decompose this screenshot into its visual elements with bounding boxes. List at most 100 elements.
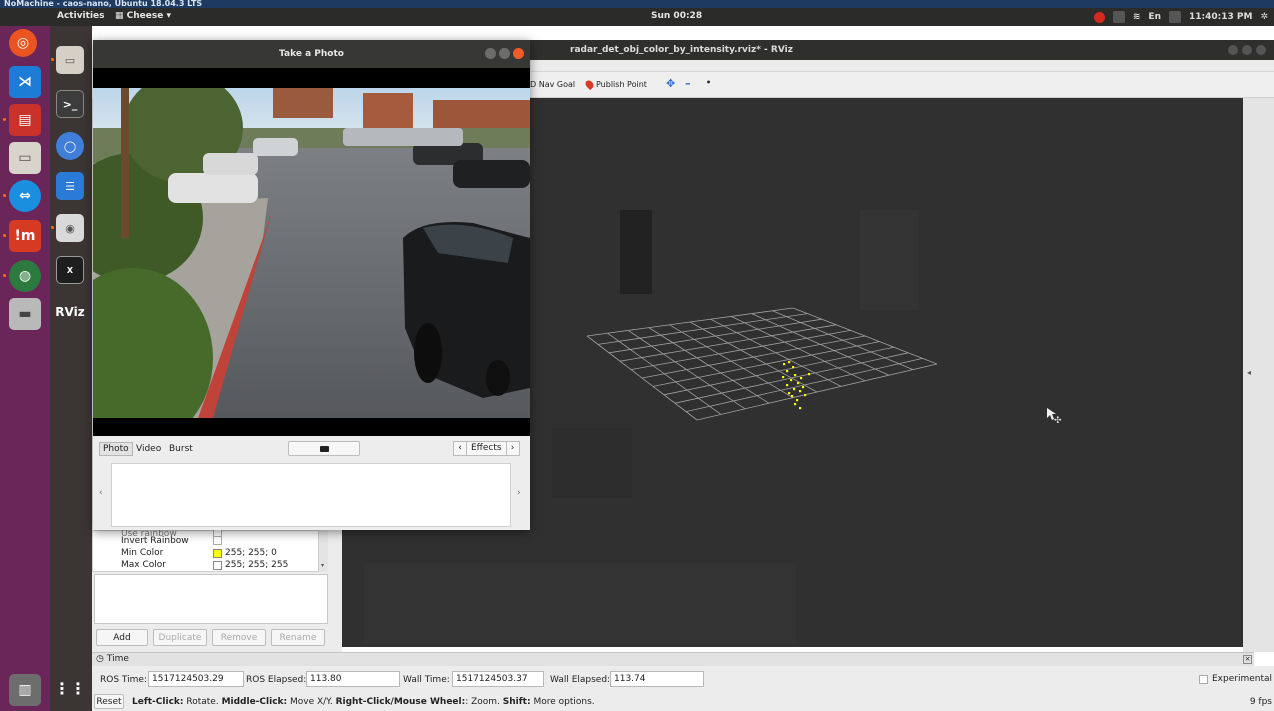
settings-gear-icon[interactable]: ✲	[1260, 12, 1268, 22]
cheese-window: Take a Photo Photo Video Burst ‹ Effects…	[93, 40, 530, 530]
duplicate-button[interactable]: Duplicate	[153, 629, 207, 646]
terminal-icon[interactable]: >_	[56, 90, 84, 118]
tab-video[interactable]: Video	[132, 442, 165, 456]
radar-point	[800, 377, 803, 380]
files-icon[interactable]: ▭	[9, 142, 41, 174]
tab-burst[interactable]: Burst	[165, 442, 197, 456]
move-camera-icon[interactable]: ✥	[666, 77, 675, 90]
parking-lot-scene	[93, 88, 530, 418]
ubuntu-software-icon[interactable]: ◎	[9, 29, 37, 57]
app-menu[interactable]: ▦ Cheese ▾	[115, 11, 171, 21]
rviz-menubar	[530, 60, 1274, 72]
views-panel-collapsed[interactable]: ◂	[1243, 98, 1274, 652]
mouse-help-text: Left-Click: Rotate. Middle-Click: Move X…	[132, 697, 595, 707]
thumbnail-area[interactable]	[111, 463, 511, 527]
rename-button[interactable]: Rename	[271, 629, 325, 646]
chromium-icon[interactable]: ◯	[56, 132, 84, 160]
camera-preview	[93, 68, 530, 436]
publish-point-tool[interactable]: Publish Point	[583, 78, 647, 91]
radar-point	[792, 366, 795, 369]
color-swatch[interactable]	[213, 548, 222, 558]
svg-text:✣: ✣	[1054, 416, 1062, 426]
prop-min-color[interactable]: Min Color 255; 255; 0	[121, 548, 321, 560]
wall-time-field[interactable]: 1517124503.37	[452, 671, 544, 687]
prop-label: Max Color	[121, 560, 166, 570]
prop-label: Min Color	[121, 548, 164, 558]
prop-value[interactable]: 255; 255; 255	[225, 560, 288, 570]
checkbox[interactable]	[1199, 674, 1208, 684]
disk-icon[interactable]: ▬	[9, 298, 41, 330]
show-applications-icon[interactable]: ⋮⋮	[54, 674, 86, 702]
rviz-icon[interactable]: RViz	[55, 298, 84, 326]
add-button[interactable]: Add	[96, 629, 148, 646]
prop-value[interactable]: 255; 255; 0	[225, 548, 277, 558]
activities-button[interactable]: Activities	[57, 11, 105, 21]
teamviewer-icon[interactable]: ⇔	[9, 180, 41, 212]
cheese-icon[interactable]: ◉	[56, 214, 84, 242]
minimize-icon[interactable]	[485, 48, 496, 59]
terminator-icon[interactable]: ▤	[9, 104, 41, 136]
expand-arrow-icon[interactable]: ◂	[1247, 368, 1251, 377]
rviz-toolbar: D Nav Goal Publish Point ✥ – •	[530, 72, 1274, 98]
remove-button[interactable]: Remove	[212, 629, 266, 646]
nomachine-icon[interactable]: !m	[9, 220, 41, 252]
close-icon[interactable]	[513, 48, 524, 59]
record-icon[interactable]	[1093, 11, 1105, 23]
nav-goal-tool[interactable]: D Nav Goal	[530, 80, 575, 89]
tool-options-icon[interactable]: •	[706, 78, 711, 87]
nav-goal-label: D Nav Goal	[530, 80, 576, 89]
wall-elapsed-field[interactable]: 113.74	[610, 671, 704, 687]
time-indicator[interactable]: 11:40:13 PM	[1189, 12, 1252, 22]
close-panel-icon[interactable]: ×	[1243, 655, 1252, 664]
prop-max-color[interactable]: Max Color 255; 255; 255	[121, 560, 321, 572]
radar-point	[786, 370, 789, 373]
globe-icon[interactable]: ◍	[9, 260, 41, 292]
experimental-toggle[interactable]: Experimental	[1199, 674, 1272, 684]
properties-scrollbar[interactable]: ▾	[318, 530, 328, 572]
minimize-icon[interactable]	[1228, 45, 1238, 55]
launcher-dock: ◎ ⋊ ▤ ▭ ⇔ !m ◍ ▬ ▥	[0, 26, 50, 711]
trash-icon[interactable]: ▥	[9, 674, 41, 706]
maximize-icon[interactable]	[499, 48, 510, 59]
experimental-label: Experimental	[1212, 674, 1273, 684]
prop-invert-rainbow[interactable]: Invert Rainbow	[121, 536, 321, 548]
radar-point	[790, 379, 793, 382]
battery-icon[interactable]	[1168, 11, 1181, 23]
status-bar: Reset Left-Click: Rotate. Middle-Click: …	[92, 692, 1274, 711]
thumbnail-strip: ‹ ›	[93, 460, 530, 530]
effects-prev-button[interactable]: ‹	[453, 441, 467, 456]
vscode-icon[interactable]: ⋊	[9, 66, 41, 98]
radar-point	[794, 374, 797, 377]
cheese-window-title: Take a Photo	[279, 49, 344, 59]
xterm-icon[interactable]: X	[56, 256, 84, 284]
radar-point	[788, 361, 791, 364]
thumbnails-next-icon[interactable]: ›	[517, 488, 521, 498]
thumbnails-prev-icon[interactable]: ‹	[99, 488, 103, 498]
checkbox[interactable]	[213, 536, 222, 545]
ros-elapsed-field[interactable]: 113.80	[306, 671, 400, 687]
text-editor-icon[interactable]: ☰	[56, 172, 84, 200]
radar-point	[791, 395, 794, 398]
color-swatch[interactable]	[213, 560, 222, 570]
top-panel: Activities ▦ Cheese ▾ Sun 00:28 ≋ En 11:…	[0, 8, 1274, 26]
camera-icon	[319, 445, 329, 452]
radar-point	[799, 407, 802, 410]
language-indicator[interactable]: En	[1148, 12, 1161, 22]
remove-tool-icon[interactable]: –	[685, 77, 691, 90]
take-photo-button[interactable]	[288, 441, 360, 456]
fps-counter: 9 fps	[1249, 697, 1272, 707]
tab-photo[interactable]: Photo	[99, 442, 133, 456]
reset-button[interactable]: Reset	[94, 694, 124, 709]
effects-next-button[interactable]: ›	[505, 441, 520, 456]
effects-control: ‹ Effects ›	[453, 441, 520, 456]
radar-point	[804, 394, 807, 397]
scroll-down-icon[interactable]: ▾	[321, 562, 324, 569]
files-icon[interactable]: ▭	[56, 46, 84, 74]
close-icon[interactable]	[1256, 45, 1266, 55]
ros-time-field[interactable]: 1517124503.29	[148, 671, 244, 687]
effects-button[interactable]: Effects	[467, 441, 506, 456]
maximize-icon[interactable]	[1242, 45, 1252, 55]
clock[interactable]: Sun 00:28	[651, 11, 702, 21]
wifi-icon[interactable]: ≋	[1133, 12, 1141, 22]
nomachine-tray-icon[interactable]	[1112, 11, 1125, 23]
